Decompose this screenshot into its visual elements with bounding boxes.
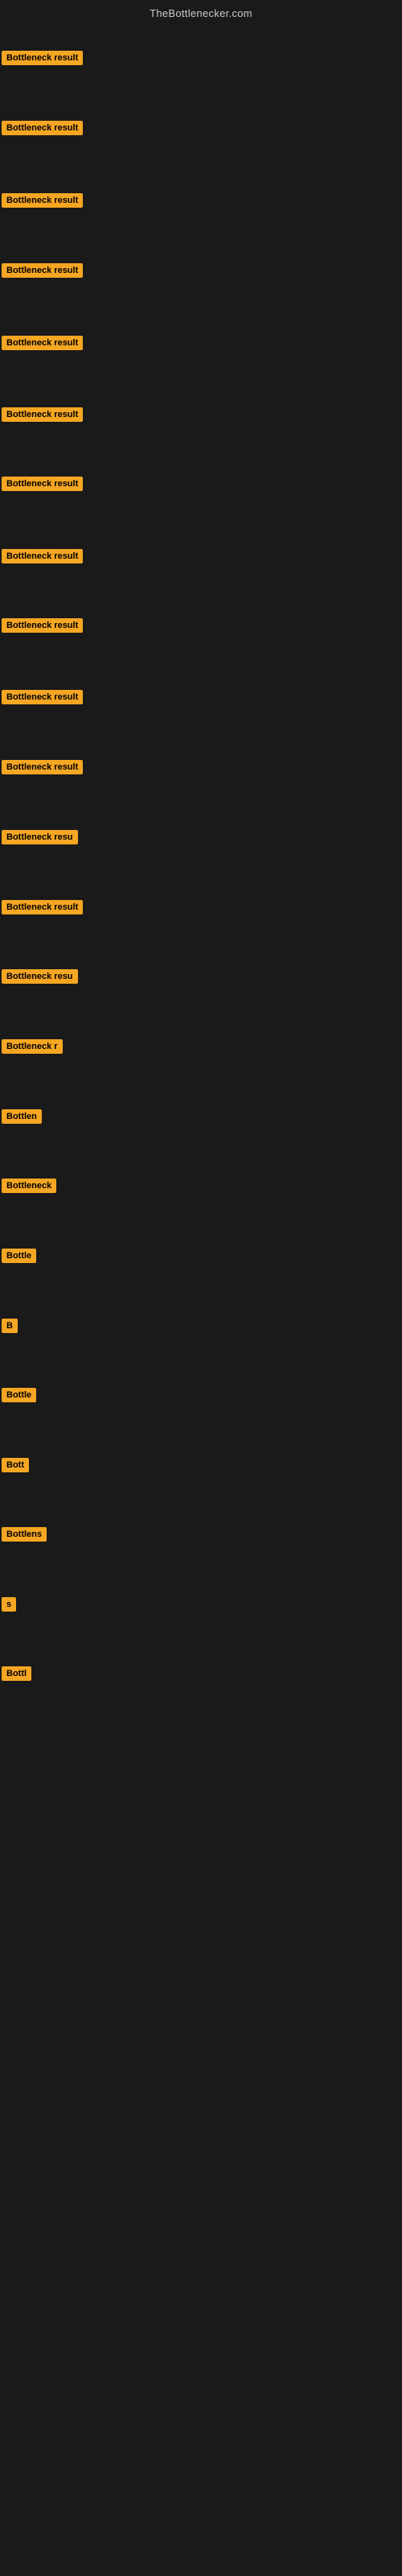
bottleneck-result-badge: Bottleneck resu xyxy=(2,830,78,844)
bottleneck-result-badge: Bottle xyxy=(2,1388,36,1402)
page-wrapper: TheBottlenecker.com Bottleneck result Bot… xyxy=(0,0,402,2576)
site-title: TheBottlenecker.com xyxy=(150,7,252,19)
bottleneck-result-badge: Bottleneck r xyxy=(2,1039,63,1054)
bottleneck-result-badge: Bottleneck result xyxy=(2,263,83,278)
bottleneck-result-badge: Bottleneck result xyxy=(2,51,83,65)
bottleneck-result-badge: Bottleneck result xyxy=(2,477,83,491)
bottleneck-result-badge: Bottleneck xyxy=(2,1179,56,1193)
bottleneck-result-badge: Bottleneck result xyxy=(2,549,83,564)
bottleneck-result-badge: Bottleneck result xyxy=(2,121,83,135)
site-header: TheBottlenecker.com xyxy=(0,0,402,29)
bottleneck-result-badge: s xyxy=(2,1597,16,1612)
bottleneck-result-badge: Bottleneck result xyxy=(2,336,83,350)
bottleneck-result-badge: Bottleneck result xyxy=(2,618,83,633)
bottleneck-result-badge: Bottleneck result xyxy=(2,690,83,704)
bottleneck-result-badge: Bottleneck result xyxy=(2,900,83,914)
bottleneck-result-badge: Bottleneck result xyxy=(2,193,83,208)
bottleneck-result-badge: Bottleneck result xyxy=(2,407,83,422)
bottleneck-result-badge: Bottlen xyxy=(2,1109,42,1124)
bottleneck-result-badge: Bottl xyxy=(2,1666,31,1681)
bottleneck-result-badge: Bottle xyxy=(2,1249,36,1263)
bottleneck-result-badge: Bott xyxy=(2,1458,29,1472)
bottleneck-result-badge: Bottleneck resu xyxy=(2,969,78,984)
bottleneck-result-badge: B xyxy=(2,1319,18,1333)
bottleneck-result-badge: Bottleneck result xyxy=(2,760,83,774)
bottleneck-result-badge: Bottlens xyxy=(2,1527,47,1542)
